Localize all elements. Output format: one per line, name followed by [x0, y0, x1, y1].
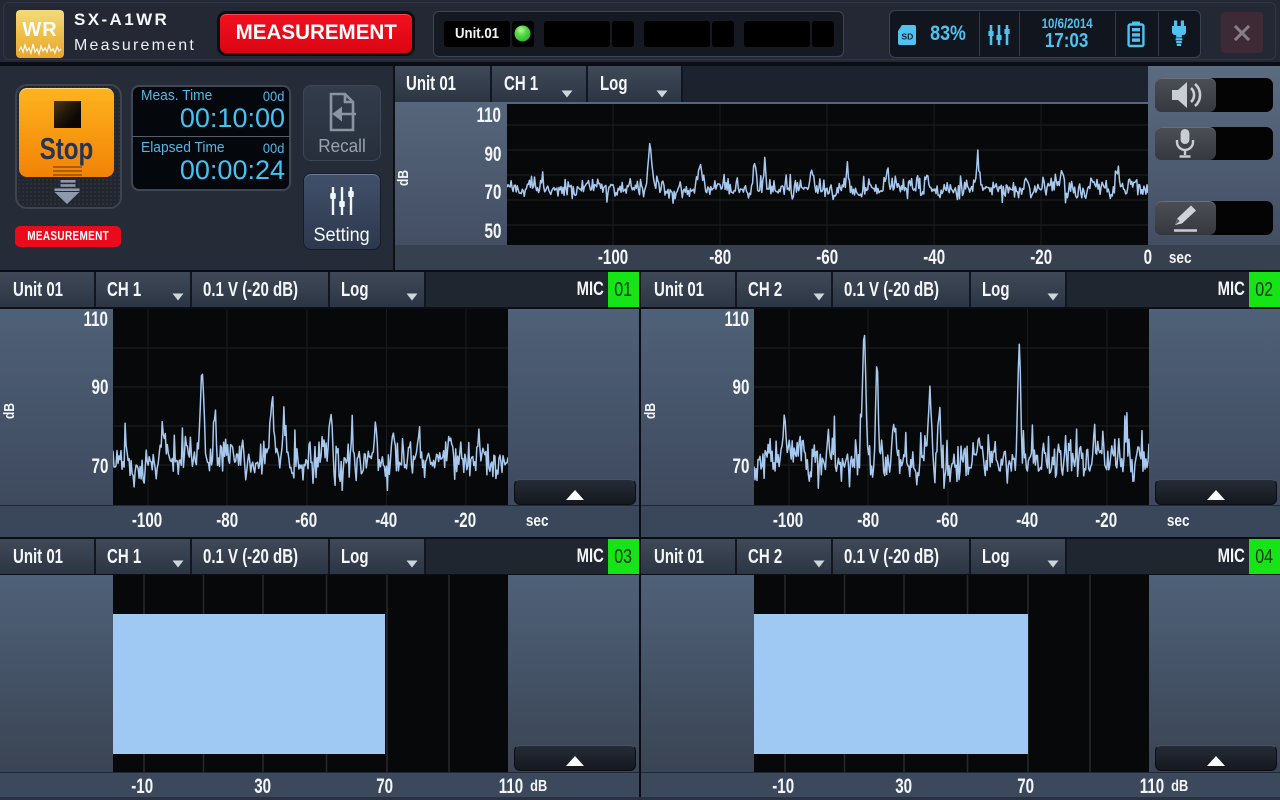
svg-text:WR: WR [22, 19, 57, 41]
svg-text:SD: SD [901, 31, 913, 41]
